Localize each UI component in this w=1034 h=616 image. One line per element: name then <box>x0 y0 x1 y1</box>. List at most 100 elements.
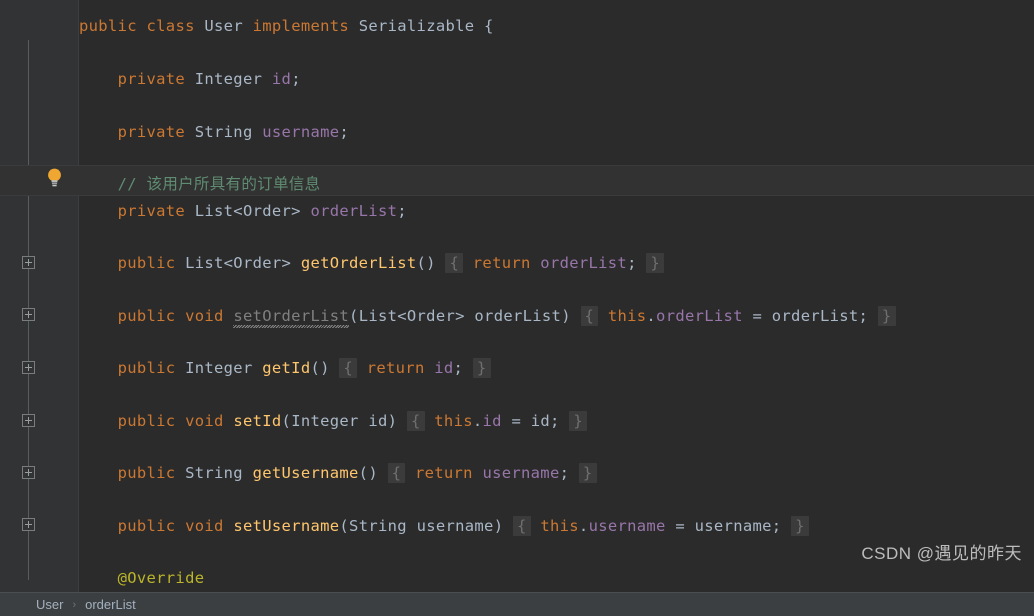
collapsed-brace-chip[interactable]: } <box>646 253 665 273</box>
line-comment-orderlist[interactable]: // 该用户所具有的订单信息 <box>79 175 321 193</box>
line-field-id[interactable]: private Integer id; <box>79 71 301 87</box>
fold-getId[interactable] <box>22 361 35 374</box>
collapsed-brace-chip[interactable]: } <box>791 516 809 536</box>
code-token: id <box>530 412 551 430</box>
collapsed-brace-chip[interactable]: } <box>569 411 588 431</box>
breadcrumb-separator: › <box>72 598 77 611</box>
keyword-token: private <box>117 202 186 220</box>
code-token: String <box>185 464 243 482</box>
code-token: ; <box>550 412 560 430</box>
line-setOrderList[interactable]: public void setOrderList(List<Order> ord… <box>79 306 896 326</box>
field-name-token: id <box>482 412 502 430</box>
collapsed-brace-chip[interactable]: { <box>445 253 464 273</box>
fold-setOrderList[interactable] <box>22 308 35 321</box>
fold-getUsername[interactable] <box>22 466 35 479</box>
keyword-token: return <box>366 359 425 377</box>
code-token: ( <box>339 517 350 535</box>
collapsed-brace-chip[interactable]: { <box>580 306 599 326</box>
collapsed-brace-chip[interactable]: { <box>387 463 406 483</box>
code-token: ( <box>349 307 359 325</box>
collapsed-brace-chip[interactable]: } <box>877 306 896 326</box>
editor-gutter[interactable] <box>0 0 78 592</box>
breadcrumb[interactable]: User › orderList <box>0 592 1034 616</box>
breadcrumb-item-user[interactable]: User <box>36 597 63 612</box>
keyword-token: private <box>117 123 186 141</box>
code-token: () <box>310 359 330 377</box>
collapsed-brace-chip[interactable]: { <box>339 358 358 378</box>
code-surface[interactable]: public class User implements Serializabl… <box>79 0 1034 592</box>
keyword-token: public <box>79 17 137 35</box>
line-setUsername[interactable]: public void setUsername(String username)… <box>79 516 809 536</box>
code-token: username <box>416 517 494 535</box>
fold-setId[interactable] <box>22 414 35 427</box>
collapsed-brace-chip[interactable]: { <box>406 411 425 431</box>
code-token: ; <box>339 123 350 141</box>
method-name-token: getId <box>262 359 311 377</box>
line-override-annotation[interactable]: @Override <box>79 570 204 586</box>
code-token: . <box>578 517 589 535</box>
code-token: id <box>368 412 388 430</box>
code-token: ) <box>493 517 504 535</box>
method-name-token: getOrderList <box>300 254 417 272</box>
field-name-token: id <box>271 70 292 88</box>
line-class-decl[interactable]: public class User implements Serializabl… <box>79 18 494 34</box>
code-token: ) <box>387 412 398 430</box>
code-token: ; <box>627 254 637 272</box>
line-getUsername[interactable]: public String getUsername() { return use… <box>79 463 597 483</box>
keyword-token: this <box>434 412 473 430</box>
code-token: ; <box>559 464 570 482</box>
code-token: () <box>416 254 436 272</box>
unused-symbol-token: setOrderList <box>233 307 350 325</box>
line-field-username[interactable]: private String username; <box>79 124 349 140</box>
code-token: Integer <box>194 70 263 88</box>
keyword-token: public <box>117 412 176 430</box>
field-name-token: username <box>588 517 666 535</box>
fold-setUsername[interactable] <box>22 518 35 531</box>
keyword-token: public <box>117 307 176 325</box>
keyword-token: class <box>146 17 195 35</box>
fold-getOrderList[interactable] <box>22 256 35 269</box>
breadcrumb-item-orderlist[interactable]: orderList <box>85 597 136 612</box>
line-getOrderList[interactable]: public List<Order> getOrderList() { retu… <box>79 253 665 273</box>
keyword-token: public <box>117 254 176 272</box>
field-name-token: orderList <box>656 307 743 325</box>
lightbulb-icon[interactable] <box>45 167 64 189</box>
collapsed-brace-chip[interactable]: } <box>472 358 491 378</box>
code-token: String <box>349 517 407 535</box>
line-getId[interactable]: public Integer getId() { return id; } <box>79 358 491 378</box>
keyword-token: this <box>540 517 579 535</box>
code-token: List<Order> <box>185 254 292 272</box>
collapsed-brace-chip[interactable]: { <box>513 516 531 536</box>
editor-body[interactable]: public class User implements Serializabl… <box>0 0 1034 592</box>
code-token: List<Order> <box>358 307 465 325</box>
field-name-token: username <box>482 464 560 482</box>
keyword-token: void <box>185 307 224 325</box>
line-field-orderlist[interactable]: private List<Order> orderList; <box>79 203 407 219</box>
line-setId[interactable]: public void setId(Integer id) { this.id … <box>79 411 588 431</box>
collapsed-brace-chip[interactable]: } <box>578 463 597 483</box>
code-token: ( <box>281 412 292 430</box>
